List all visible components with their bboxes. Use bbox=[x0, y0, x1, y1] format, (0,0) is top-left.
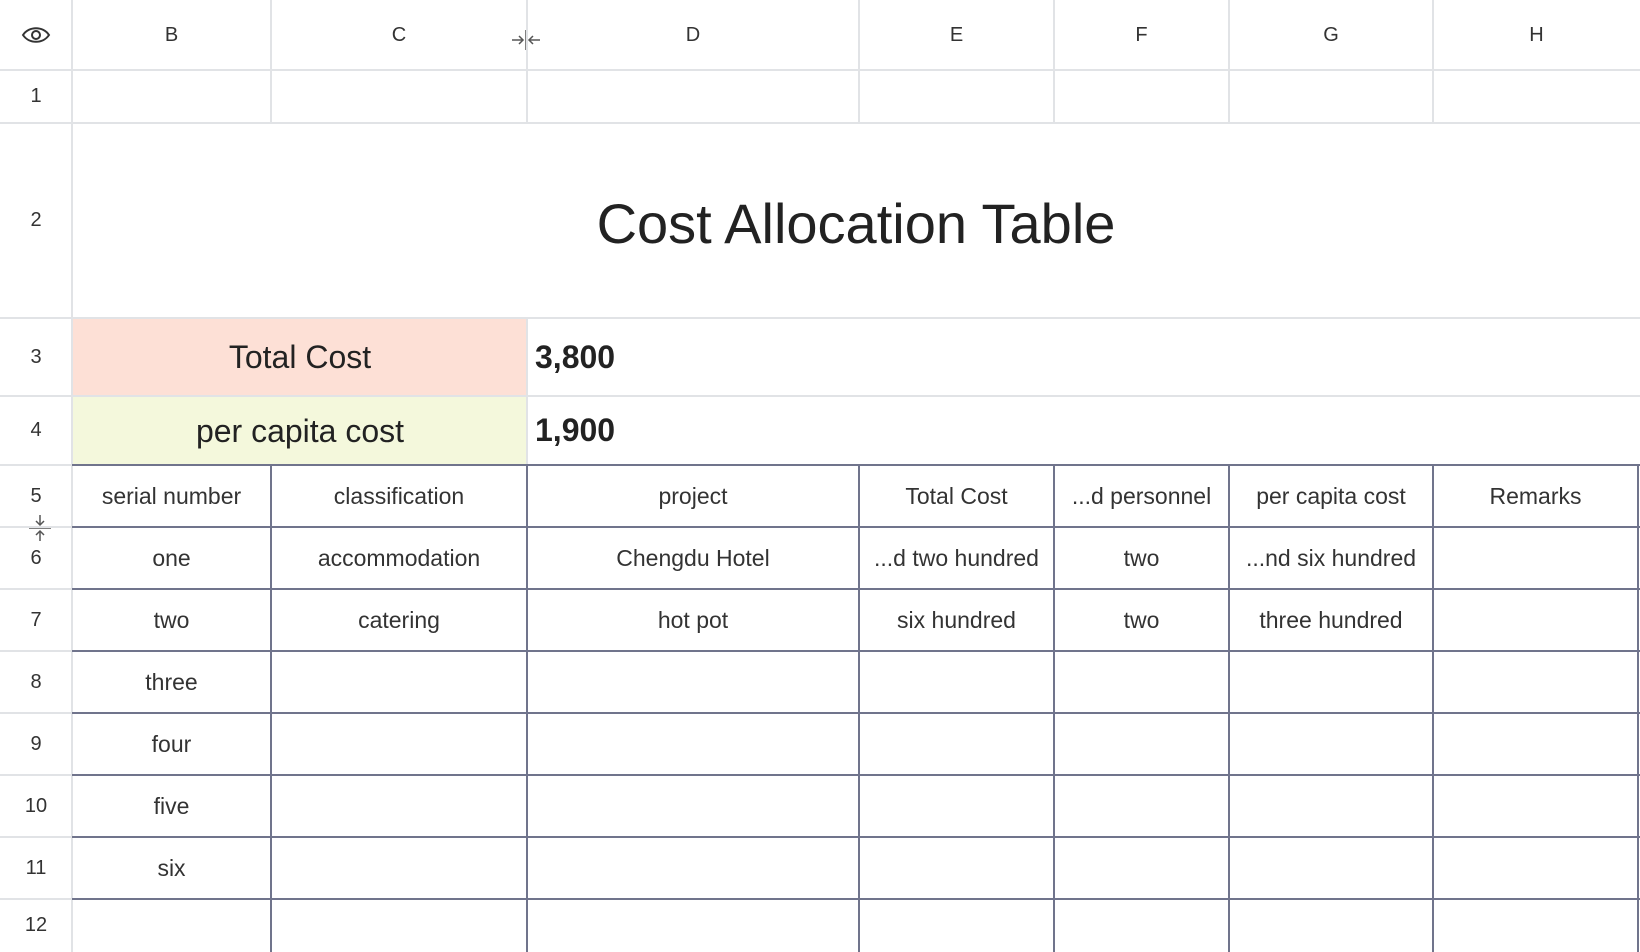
table-header-serial-number[interactable]: serial number bbox=[72, 465, 271, 527]
table-cell[interactable]: catering bbox=[271, 589, 527, 651]
table-cell[interactable]: ...nd six hundred bbox=[1229, 527, 1433, 589]
column-header-h[interactable]: H bbox=[1433, 0, 1640, 70]
table-cell[interactable]: Chengdu Hotel bbox=[527, 527, 859, 589]
table-header-remarks[interactable]: Remarks bbox=[1433, 465, 1638, 527]
total-cost-value[interactable]: 3,800 bbox=[527, 318, 1640, 396]
table-cell[interactable]: accommodation bbox=[271, 527, 527, 589]
table-cell[interactable]: six hundred bbox=[859, 589, 1054, 651]
table-cell[interactable] bbox=[1433, 527, 1638, 589]
total-cost-label[interactable]: Total Cost bbox=[73, 319, 527, 396]
column-header-g[interactable]: G bbox=[1229, 0, 1433, 70]
table-cell[interactable]: two bbox=[1054, 527, 1229, 589]
table-cell[interactable]: five bbox=[72, 775, 271, 837]
row-header-2[interactable]: 2 bbox=[0, 123, 72, 318]
table-cell[interactable]: four bbox=[72, 713, 271, 775]
row-header-8[interactable]: 8 bbox=[0, 651, 72, 713]
column-header-c[interactable]: C bbox=[271, 0, 527, 70]
row-header-3[interactable]: 3 bbox=[0, 318, 72, 396]
table-header-per-capita-cost[interactable]: per capita cost bbox=[1229, 465, 1433, 527]
column-header-b[interactable]: B bbox=[72, 0, 271, 70]
per-capita-cost-label[interactable]: per capita cost bbox=[73, 397, 527, 465]
table-header-project[interactable]: project bbox=[527, 465, 859, 527]
row-header-7[interactable]: 7 bbox=[0, 589, 72, 651]
row-header-9[interactable]: 9 bbox=[0, 713, 72, 775]
row-header-10[interactable]: 10 bbox=[0, 775, 72, 837]
table-cell[interactable]: two bbox=[72, 589, 271, 651]
table-cell[interactable] bbox=[72, 899, 271, 952]
table-cell[interactable] bbox=[1433, 589, 1638, 651]
table-cell[interactable]: hot pot bbox=[527, 589, 859, 651]
table-cell[interactable]: two bbox=[1054, 589, 1229, 651]
row-header-12[interactable]: 12 bbox=[0, 899, 72, 952]
table-cell[interactable]: ...d two hundred bbox=[859, 527, 1054, 589]
table-header-classification[interactable]: classification bbox=[271, 465, 527, 527]
table-cell[interactable]: six bbox=[72, 837, 271, 899]
table-cell[interactable]: three bbox=[72, 651, 271, 713]
column-header-e[interactable]: E bbox=[859, 0, 1054, 70]
column-header-d[interactable]: D bbox=[527, 0, 859, 70]
eye-icon[interactable] bbox=[21, 25, 51, 45]
row-resize-icon[interactable] bbox=[27, 514, 53, 542]
row-header-4[interactable]: 4 bbox=[0, 396, 72, 465]
table-header-total-cost[interactable]: Total Cost bbox=[859, 465, 1054, 527]
sheet-title[interactable]: Cost Allocation Table bbox=[72, 123, 1640, 318]
table-cell[interactable]: one bbox=[72, 527, 271, 589]
column-header-f[interactable]: F bbox=[1054, 0, 1229, 70]
table-cell[interactable]: three hundred bbox=[1229, 589, 1433, 651]
spreadsheet-grid: B C D E F G H 1 2 3 4 5 6 7 8 9 10 11 12… bbox=[0, 0, 1640, 952]
table-header-personnel[interactable]: ...d personnel bbox=[1054, 465, 1229, 527]
row-header-11[interactable]: 11 bbox=[0, 837, 72, 899]
row-header-1[interactable]: 1 bbox=[0, 70, 72, 123]
per-capita-cost-value[interactable]: 1,900 bbox=[527, 396, 1640, 465]
select-all-corner[interactable] bbox=[0, 0, 72, 70]
